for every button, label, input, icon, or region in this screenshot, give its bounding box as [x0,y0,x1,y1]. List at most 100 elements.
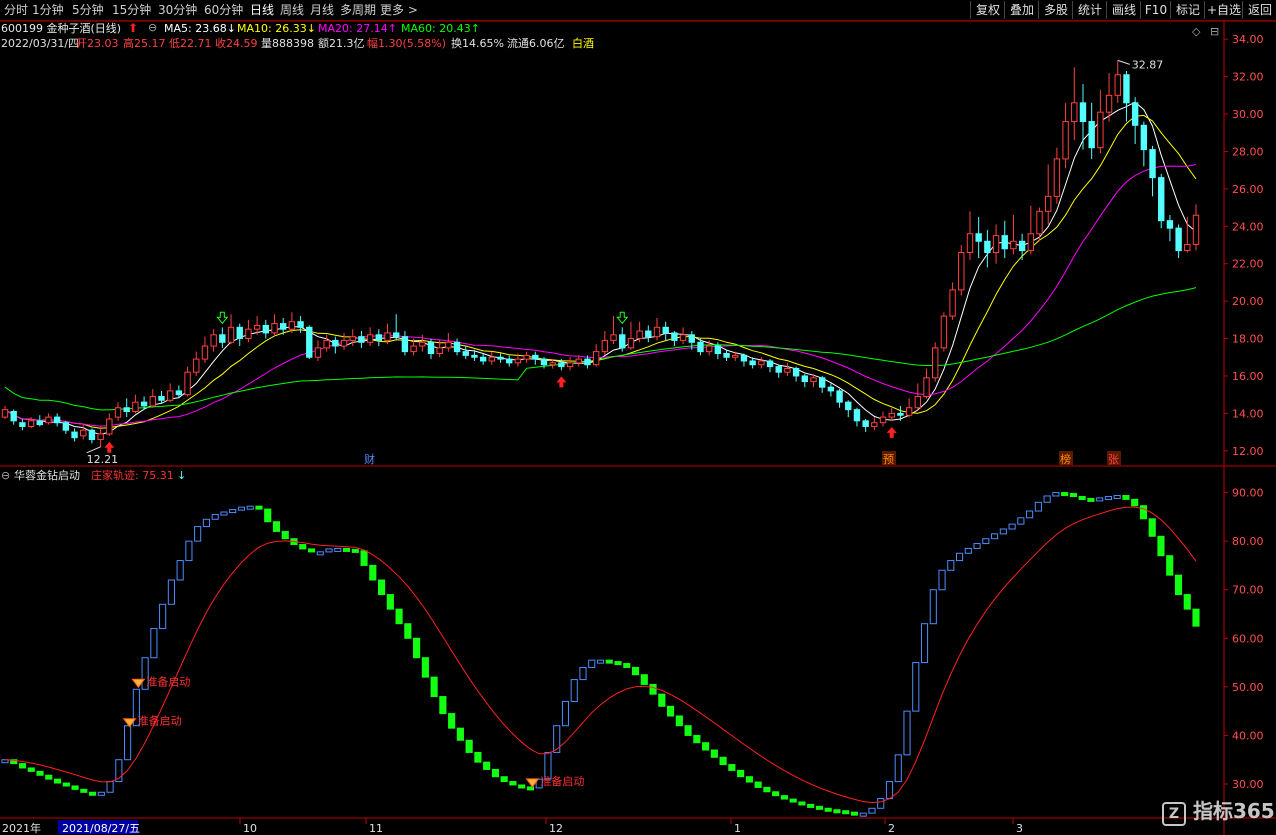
diamond-icon[interactable]: ◇ [1192,25,1200,38]
candle-body[interactable] [679,334,687,341]
candle-body[interactable] [662,326,669,334]
candle-body[interactable] [453,341,461,353]
candle-body[interactable] [158,396,165,401]
candle-body[interactable] [1088,121,1095,149]
candle-body[interactable] [149,396,156,407]
candle-body[interactable] [905,407,913,416]
candle-body[interactable] [645,330,652,338]
candle-body[interactable] [358,336,365,343]
candle-body[interactable] [488,356,496,362]
indicator-name[interactable]: 华蓉金钻启动 [14,469,80,483]
candle-body[interactable] [97,433,104,441]
more-icon[interactable]: ⊟ [1210,25,1219,38]
candle-body[interactable] [62,422,70,431]
candle-body[interactable] [193,358,200,373]
candle-body[interactable] [758,360,765,366]
candle-body[interactable] [306,326,313,358]
candle-body[interactable] [462,351,469,356]
event-label[interactable]: 榜 [1060,452,1071,466]
candle-body[interactable] [1166,220,1174,229]
candle-body[interactable] [175,390,183,396]
candle-body[interactable] [419,341,426,347]
candle-body[interactable] [984,240,991,253]
candle-body[interactable] [705,345,713,353]
candle-body[interactable] [201,345,209,360]
candle-body[interactable] [827,386,835,392]
candle-body[interactable] [253,324,261,330]
candle-body[interactable] [236,326,243,340]
candle-body[interactable] [1,409,9,418]
candle-body[interactable] [845,401,852,411]
candle-body[interactable] [297,321,304,328]
candle-body[interactable] [288,321,296,330]
candle-body[interactable] [610,334,617,341]
candle-body[interactable] [123,407,130,412]
candle-body[interactable] [1123,74,1130,104]
candle-body[interactable] [262,324,269,334]
candle-body[interactable] [862,420,869,427]
candle-body[interactable] [932,347,939,379]
candle-body[interactable] [279,323,287,330]
candle-body[interactable] [10,410,17,422]
candle-body[interactable] [714,345,722,355]
candle-body[interactable] [532,354,539,360]
event-label[interactable]: 张 [1108,453,1119,466]
candle-body[interactable] [592,351,600,366]
candle-body[interactable] [497,356,504,360]
candle-body[interactable] [879,416,887,424]
candle-body[interactable] [1027,233,1035,252]
candle-body[interactable] [1036,210,1043,235]
candle-body[interactable] [323,339,330,349]
kline-chart[interactable]: 12.00 14.00 16.00 18.00 20.00 22.00 24.00 26.00… [0,0,1276,835]
candle-body[interactable] [888,412,895,418]
candle-body[interactable] [36,420,43,426]
candle-body[interactable] [914,396,922,409]
candle-body[interactable] [619,334,626,349]
candle-body[interactable] [966,233,974,253]
candle-body[interactable] [975,233,982,242]
candle-body[interactable] [949,289,956,317]
candle-body[interactable] [514,358,522,364]
candle-body[interactable] [184,371,191,396]
candle-body[interactable] [349,336,356,341]
candle-body[interactable] [992,235,1000,253]
candle-body[interactable] [1079,102,1087,123]
candle-body[interactable] [1097,111,1104,149]
candle-body[interactable] [940,315,948,349]
candle-body[interactable] [1045,195,1052,212]
candle-body[interactable] [792,367,800,377]
candle-body[interactable] [958,251,965,291]
candle-body[interactable] [1053,158,1061,197]
candle-body[interactable] [71,431,78,439]
candle-body[interactable] [810,377,817,383]
candle-body[interactable] [1114,74,1121,96]
candle-body[interactable] [1140,124,1148,151]
candle-body[interactable] [558,362,565,368]
event-label[interactable]: 财 [364,452,375,466]
candle-body[interactable] [540,358,548,366]
candle-body[interactable] [723,353,730,358]
candle-body[interactable] [479,356,487,362]
candle-body[interactable] [1010,240,1017,250]
candle-body[interactable] [549,362,556,366]
candle-body[interactable] [749,360,756,366]
candle-body[interactable] [636,330,643,340]
candle-body[interactable] [219,334,226,343]
candle-body[interactable] [688,334,695,343]
candle-body[interactable] [384,332,391,341]
candle-body[interactable] [410,345,417,353]
candle-body[interactable] [871,422,878,427]
candle-body[interactable] [601,339,609,353]
quote-sector[interactable]: 白酒 [572,37,594,51]
candle-body[interactable] [627,338,635,349]
candle-body[interactable] [671,332,678,341]
candle-body[interactable] [140,401,148,407]
candle-body[interactable] [106,418,113,435]
candle-body[interactable] [375,334,383,341]
candle-body[interactable] [114,407,122,418]
candle-body[interactable] [766,360,774,368]
candle-body[interactable] [1192,214,1200,245]
candle-body[interactable] [1001,235,1008,250]
candle-body[interactable] [340,339,348,347]
candle-body[interactable] [436,347,443,355]
